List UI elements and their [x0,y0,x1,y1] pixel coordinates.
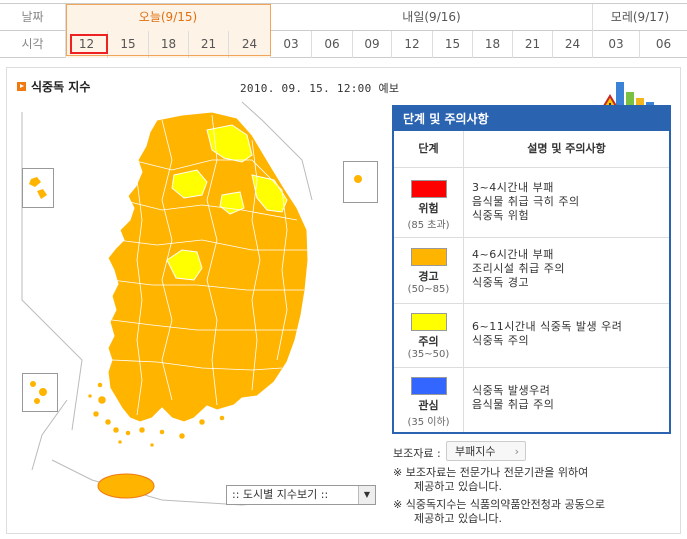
color-swatch [410,180,447,198]
desc-line: 음식물 취급 극히 주의 [472,195,580,208]
legend-row-warning: 경고 (50~85) 4~6시간내 부패 조리시설 취급 주의 식중독 경고 [394,237,669,304]
day-today[interactable]: 오늘(9/15) [66,4,271,31]
desc-line: 식중독 주의 [472,334,530,347]
desc-line: 6~11시간내 식중독 발생 우려 [472,320,623,333]
city-index-select[interactable]: :: 도시별 지수보기 :: ▼ [226,485,376,505]
hour-cell[interactable]: 03 [271,31,312,58]
desc-line: 조리시설 취급 주의 [472,262,565,275]
hour-cell[interactable]: 03 [593,31,640,58]
korea-map [21,101,343,506]
day-tomorrow[interactable]: 내일(9/16) [271,4,593,31]
decay-index-button[interactable]: 부패지수 › [446,441,526,461]
level-range: (50~85) [407,284,450,295]
hour-cell[interactable]: 18 [149,31,189,58]
hour-cell[interactable]: 09 [353,31,392,58]
hour-cell[interactable]: 12 [392,31,433,58]
inset-map-west [22,168,54,208]
legend-row-caution: 주의 (35~50) 6~11시간내 식중독 발생 우려 식중독 주의 [394,303,669,368]
forecast-time: 2010. 09. 15. 12:00 예보 [240,82,400,95]
inset-map-east [343,161,378,203]
bullet-icon [17,82,26,91]
jeju-island [97,473,155,499]
col-desc-header: 설명 및 주의사항 [527,142,606,155]
desc-line: 4~6시간내 부패 [472,248,554,261]
level-range: (85 초과) [407,220,450,231]
col-level-header: 단계 [418,142,439,155]
note-line: ※ 보조자료는 전문가나 전문기관을 위하여 [393,466,589,479]
level-name: 주의 [418,335,439,348]
color-swatch [410,377,447,395]
date-row: 날짜 오늘(9/15) 내일(9/16) 모레(9/17) [0,4,687,31]
hour-cell[interactable]: 06 [312,31,353,58]
color-swatch [410,248,447,266]
panel-title-text: 식중독 지수 [31,80,91,94]
time-selector: 날짜 오늘(9/15) 내일(9/16) 모레(9/17) 시각 12 15 1… [0,0,687,58]
time-label: 시각 [0,31,66,58]
hour-cell[interactable]: 21 [513,31,553,58]
note-line: ※ 식중독지수는 식품의약품안전청과 공동으로 [393,498,605,511]
legend-row-danger: 위험 (85 초과) 3~4시간내 부패 음식물 취급 극히 주의 식중독 위험 [394,167,669,238]
legend-row-interest: 관심 (35 이하) 식중독 발생우려 음식물 취급 주의 [394,367,669,433]
chevron-down-icon[interactable]: ▼ [358,486,375,504]
panel-title: 식중독 지수 [17,78,90,95]
desc-line: 3~4시간내 부패 [472,181,554,194]
desc-line: 음식물 취급 주의 [472,398,555,411]
hour-cell[interactable]: 15 [433,31,473,58]
level-name: 경고 [418,270,439,283]
legend-panel: 단계 및 주의사항 단계 설명 및 주의사항 위험 (85 초과) 3~4시간내… [392,105,671,434]
level-name: 위험 [418,202,439,215]
desc-line: 식중독 발생우려 [472,384,551,397]
selected-hour-marker [70,34,108,54]
hour-cell[interactable]: 24 [229,31,271,58]
legend-header: 단계 및 주의사항 [394,107,669,131]
chevron-right-icon: › [514,445,519,458]
hour-cell[interactable]: 06 [640,31,687,58]
hour-cell[interactable]: 15 [108,31,149,58]
note-line: 제공하고 있습니다. [414,480,502,493]
date-label: 날짜 [0,4,66,31]
color-swatch [410,313,447,331]
desc-line: 식중독 위험 [472,209,530,222]
hour-cell[interactable]: 24 [553,31,593,58]
city-select-value: :: 도시별 지수보기 :: [232,488,329,501]
inset-map-south [22,373,58,412]
day-after-tomorrow[interactable]: 모레(9/17) [593,4,687,31]
source-label: 보조자료 : [393,447,441,460]
desc-line: 식중독 경고 [472,276,530,289]
level-range: (35 이하) [407,417,450,428]
level-name: 관심 [418,399,439,412]
decay-index-label: 부패지수 [455,445,496,458]
note-line: 제공하고 있습니다. [414,512,502,525]
level-range: (35~50) [407,349,450,360]
hour-cell[interactable]: 21 [189,31,229,58]
hour-cell[interactable]: 18 [473,31,513,58]
